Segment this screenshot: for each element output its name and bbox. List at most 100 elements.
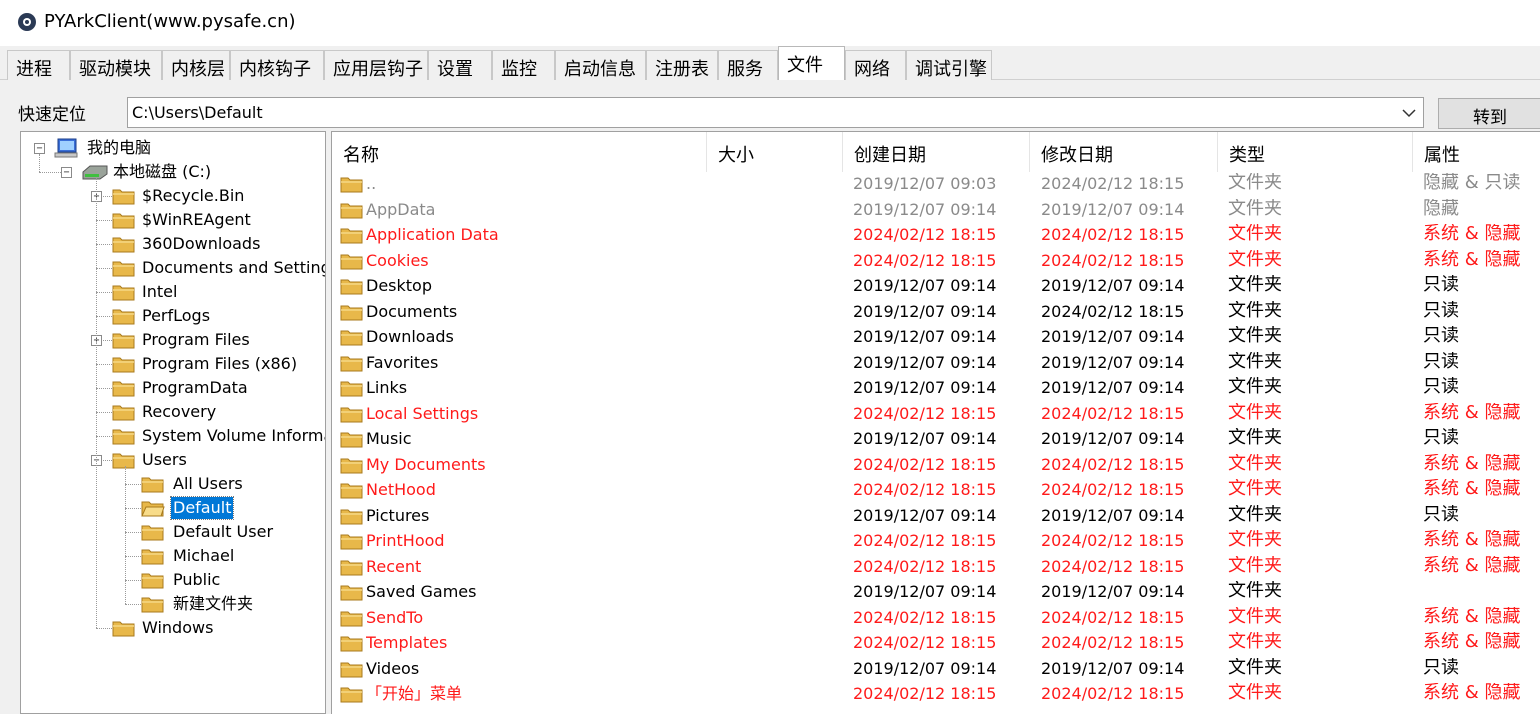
table-row[interactable]: Links 2019/12/07 09:14 2019/12/07 09:14 文件夹… (332, 376, 1540, 401)
table-row[interactable]: Application Data 2024/02/12 18:15 2024/02/… (332, 223, 1540, 248)
tab-3[interactable]: 内核钩子 (230, 50, 324, 80)
tab-0[interactable]: 进程 (7, 50, 70, 80)
col-type-header[interactable]: 类型 (1218, 132, 1413, 172)
table-row[interactable]: Videos 2019/12/07 09:14 2019/12/07 09:14 文件… (332, 657, 1540, 682)
created-date: 2024/02/12 18:15 (853, 225, 997, 244)
file-type: 文件夹 (1228, 402, 1282, 423)
folder-icon (340, 330, 363, 346)
table-row[interactable]: Documents 2019/12/07 09:14 2024/02/12 18:1… (332, 300, 1540, 325)
tab-9[interactable]: 服务 (718, 50, 778, 80)
created-date: 2024/02/12 18:15 (853, 633, 997, 652)
tree-node-label: $Recycle.Bin (142, 186, 245, 205)
table-row[interactable]: Cookies 2024/02/12 18:15 2024/02/12 18:15 文… (332, 249, 1540, 274)
file-type: 文件夹 (1228, 632, 1282, 652)
table-row[interactable]: Recent 2024/02/12 18:15 2024/02/12 18:15 文件… (332, 555, 1540, 580)
folder-icon (340, 407, 363, 422)
col-attr-header[interactable]: 属性 (1413, 132, 1540, 172)
col-modified-header[interactable]: 修改日期 (1030, 132, 1218, 172)
col-created-header[interactable]: 创建日期 (843, 132, 1030, 172)
file-type: 文件夹 (1228, 428, 1282, 448)
folder-icon (141, 573, 164, 589)
tab-10[interactable]: 文件 (778, 46, 845, 80)
table-row[interactable]: Desktop 2019/12/07 09:14 2019/12/07 09:14 文… (332, 274, 1540, 299)
file-attributes: 系统 & 隐藏 (1423, 453, 1521, 474)
table-row[interactable]: Saved Games 2019/12/07 09:14 2019/12/07 09… (332, 580, 1540, 605)
table-row[interactable]: Pictures 2019/12/07 09:14 2019/12/07 09:14… (332, 504, 1540, 529)
tree-node-label: Users (142, 450, 187, 469)
file-type: 文件夹 (1228, 504, 1282, 525)
tree-connector (96, 178, 97, 628)
tab-4[interactable]: 应用层钩子 (324, 50, 428, 80)
modified-date: 2019/12/07 09:14 (1041, 378, 1185, 397)
file-type: 文件夹 (1228, 326, 1282, 346)
created-date: 2024/02/12 18:15 (853, 684, 997, 703)
go-button[interactable]: 转到 (1438, 98, 1540, 129)
tab-12[interactable]: 调试引擎 (906, 50, 992, 80)
col-size-header[interactable]: 大小 (707, 132, 843, 172)
table-row[interactable]: Favorites 2019/12/07 09:14 2019/12/07 09:1… (332, 351, 1540, 376)
app-gear-icon (18, 13, 36, 31)
file-type: 文件夹 (1228, 173, 1282, 193)
table-row[interactable]: SendTo 2024/02/12 18:15 2024/02/12 18:15 文件… (332, 606, 1540, 631)
folder-tree[interactable]: − 我的电脑 − 本地磁盘 (C:) + $Recycle.Bin $WinREAgent 3… (20, 131, 326, 714)
folder-icon (112, 309, 135, 325)
path-combobox[interactable] (127, 97, 1424, 128)
folder-icon (141, 525, 164, 541)
tree-node-label: 本地磁盘 (C:) (113, 162, 212, 181)
folder-icon (340, 534, 363, 550)
folder-icon (340, 687, 363, 703)
table-row[interactable]: PrintHood 2024/02/12 18:15 2024/02/12 18:1… (332, 529, 1540, 554)
modified-date: 2019/12/07 09:14 (1041, 352, 1185, 372)
file-name: Local Settings (366, 403, 479, 423)
tab-11[interactable]: 网络 (845, 50, 906, 80)
folder-icon (340, 228, 363, 244)
tab-6[interactable]: 监控 (492, 50, 555, 80)
folder-icon (340, 254, 363, 269)
computer-icon (54, 138, 78, 158)
tree-node-label: Program Files (142, 330, 250, 349)
tree-connector (125, 508, 141, 509)
tree-node-label: 360Downloads (142, 234, 261, 253)
collapse-icon[interactable]: − (34, 143, 45, 154)
file-name: Downloads (366, 327, 454, 346)
table-row[interactable]: Music 2019/12/07 09:14 2019/12/07 09:14 文件夹… (332, 427, 1540, 452)
tab-7[interactable]: 启动信息 (555, 50, 646, 80)
table-row[interactable]: Downloads 2019/12/07 09:14 2019/12/07 09:1… (332, 325, 1540, 350)
modified-date: 2024/02/12 18:15 (1041, 225, 1185, 244)
tab-2[interactable]: 内核层 (162, 50, 230, 80)
file-attributes: 系统 & 隐藏 (1423, 402, 1521, 423)
tree-connector (39, 172, 61, 173)
tab-5[interactable]: 设置 (428, 50, 492, 80)
path-input[interactable] (132, 101, 1392, 124)
table-row[interactable]: Local Settings 2024/02/12 18:15 2024/02/12… (332, 402, 1540, 427)
file-type: 文件夹 (1228, 530, 1282, 550)
col-name-header[interactable]: 名称 (332, 132, 707, 172)
tree-node-label: Recovery (142, 402, 217, 421)
tab-8[interactable]: 注册表 (646, 50, 718, 80)
file-attributes: 隐藏 & 只读 (1423, 173, 1521, 193)
folder-icon (112, 285, 135, 301)
collapse-icon[interactable]: − (61, 167, 72, 178)
table-row[interactable]: AppData 2019/12/07 09:14 2019/12/07 09:14 文… (332, 198, 1540, 223)
file-list[interactable]: 名称 大小 创建日期 修改日期 类型 属性 .. 2019/12/07 09:03 2024/… (331, 131, 1540, 714)
folder-icon (340, 560, 363, 575)
modified-date: 2019/12/07 09:14 (1041, 327, 1185, 346)
created-date: 2019/12/07 09:14 (853, 582, 997, 601)
file-attributes: 系统 & 隐藏 (1423, 555, 1521, 576)
table-row[interactable]: My Documents 2024/02/12 18:15 2024/02/12 1… (332, 453, 1540, 478)
table-row[interactable]: Templates 2024/02/12 18:15 2024/02/12 18:1… (332, 631, 1540, 656)
modified-date: 2024/02/12 18:15 (1041, 531, 1185, 550)
tab-1[interactable]: 驱动模块 (70, 50, 162, 80)
tree-connector (125, 466, 126, 604)
file-name: Desktop (366, 276, 432, 295)
folder-icon (112, 381, 135, 397)
modified-date: 2024/02/12 18:15 (1041, 454, 1185, 474)
tree-node-label: Default User (173, 522, 274, 541)
folder-icon (340, 662, 363, 677)
table-row[interactable]: .. 2019/12/07 09:03 2024/02/12 18:15 文件夹 隐藏 … (332, 172, 1540, 197)
chevron-down-icon[interactable] (1399, 102, 1419, 124)
table-row[interactable]: 「开始」菜单 2024/02/12 18:15 2024/02/12 18:15 文件… (332, 682, 1540, 707)
tree-node-label: ProgramData (142, 378, 248, 397)
table-row[interactable]: NetHood 2024/02/12 18:15 2024/02/12 18:15 文… (332, 478, 1540, 503)
file-type: 文件夹 (1228, 581, 1282, 601)
